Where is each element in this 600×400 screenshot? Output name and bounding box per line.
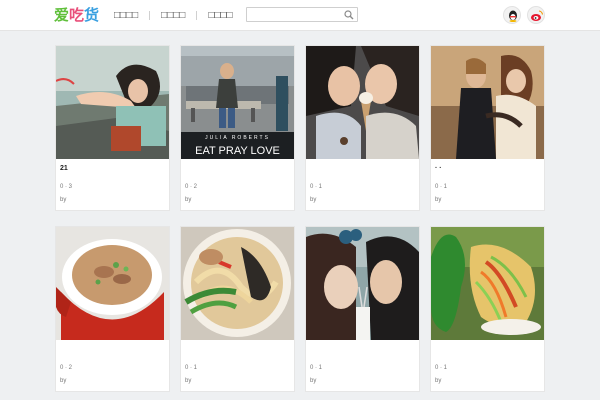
poster-actor-name: JULIA ROBERTS bbox=[205, 135, 270, 141]
card-meta: 0 · 1 by bbox=[306, 340, 419, 392]
search-icon[interactable] bbox=[344, 10, 354, 20]
card-author[interactable]: by bbox=[310, 197, 316, 203]
search-box bbox=[246, 7, 358, 25]
ramen-bowl-photo[interactable] bbox=[181, 227, 294, 340]
weibo-icon[interactable] bbox=[527, 6, 545, 24]
two-girls-ice-cream-photo[interactable] bbox=[306, 46, 419, 159]
photo-card[interactable]: 0 · 1 by bbox=[305, 226, 420, 392]
card-author[interactable]: by bbox=[60, 197, 66, 203]
photo-card[interactable]: · · 0 · 1 by bbox=[430, 45, 545, 211]
card-stats: 0 · 2 bbox=[60, 365, 73, 371]
nav-item-2[interactable]: □□□□ bbox=[161, 10, 185, 21]
eat-pray-love-poster[interactable]: JULIA ROBERTS EAT PRAY LOVE bbox=[181, 46, 294, 159]
soup-bowl-photo[interactable] bbox=[56, 227, 169, 340]
qq-icon[interactable] bbox=[503, 6, 521, 24]
photo-card[interactable]: JULIA ROBERTS EAT PRAY LOVE 0 · 2 by bbox=[180, 45, 295, 211]
photo-card[interactable]: 0 · 1 by bbox=[430, 226, 545, 392]
titanic-couple-photo[interactable] bbox=[431, 46, 544, 159]
logo-char-1: 爱 bbox=[54, 7, 70, 24]
card-stats: 0 · 1 bbox=[310, 184, 323, 190]
card-meta: 21 0 · 3 by bbox=[56, 159, 169, 211]
card-meta: 0 · 1 by bbox=[181, 340, 294, 392]
card-author[interactable]: by bbox=[435, 378, 441, 384]
photo-card[interactable]: 0 · 1 by bbox=[180, 226, 295, 392]
card-stats: 0 · 1 bbox=[435, 184, 448, 190]
taco-plate-photo[interactable] bbox=[431, 227, 544, 340]
logo-char-2: 吃 bbox=[69, 7, 85, 24]
card-title[interactable]: · · bbox=[435, 165, 442, 172]
nav-divider bbox=[149, 10, 151, 20]
nav-item-3[interactable]: □□□□ bbox=[208, 10, 232, 21]
search-input[interactable] bbox=[247, 11, 342, 25]
card-author[interactable]: by bbox=[435, 197, 441, 203]
card-meta: 0 · 2 by bbox=[56, 340, 169, 392]
top-header: 爱吃货 □□□□ □□□□ □□□□ bbox=[0, 0, 600, 31]
card-meta: 0 · 2 by bbox=[181, 159, 294, 211]
photo-card[interactable]: 0 · 1 by bbox=[305, 45, 420, 211]
card-stats: 0 · 1 bbox=[310, 365, 323, 371]
main-nav: □□□□ □□□□ □□□□ bbox=[114, 8, 233, 22]
logo-char-3: 货 bbox=[84, 7, 100, 24]
poster-movie-title: EAT PRAY LOVE bbox=[195, 145, 280, 157]
couple-milk-straw-photo[interactable] bbox=[306, 227, 419, 340]
card-author[interactable]: by bbox=[185, 197, 191, 203]
nav-item-1[interactable]: □□□□ bbox=[114, 10, 138, 21]
card-meta: 0 · 1 by bbox=[306, 159, 419, 211]
card-meta: 0 · 1 by bbox=[431, 340, 544, 392]
card-stats: 0 · 3 bbox=[60, 184, 73, 190]
card-author[interactable]: by bbox=[310, 378, 316, 384]
photo-card[interactable]: 0 · 2 by bbox=[55, 226, 170, 392]
card-meta: · · 0 · 1 by bbox=[431, 159, 544, 211]
woman-wind-hair-photo[interactable] bbox=[56, 46, 169, 159]
card-stats: 0 · 1 bbox=[185, 365, 198, 371]
photo-card[interactable]: 21 0 · 3 by bbox=[55, 45, 170, 211]
card-title[interactable]: 21 bbox=[60, 165, 68, 172]
site-logo[interactable]: 爱吃货 bbox=[54, 4, 99, 25]
card-author[interactable]: by bbox=[185, 378, 191, 384]
card-stats: 0 · 2 bbox=[185, 184, 198, 190]
card-stats: 0 · 1 bbox=[435, 365, 448, 371]
card-author[interactable]: by bbox=[60, 378, 66, 384]
nav-divider bbox=[196, 10, 198, 20]
